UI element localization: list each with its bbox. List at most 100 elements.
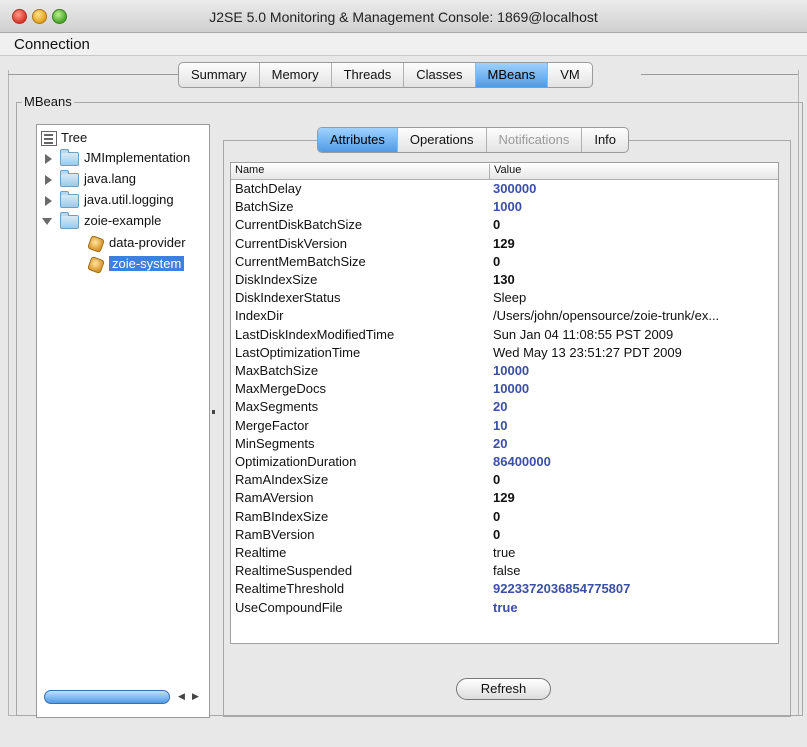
attribute-value[interactable]: 10 — [493, 417, 507, 435]
tree-node-data-provider[interactable]: data-provider — [87, 234, 186, 253]
table-row[interactable]: DiskIndexerStatus Sleep — [231, 289, 778, 307]
table-row[interactable]: OptimizationDuration 86400000 — [231, 453, 778, 471]
attribute-name: RamBIndexSize — [235, 508, 329, 524]
attribute-name: BatchSize — [235, 199, 294, 215]
table-row[interactable]: CurrentDiskVersion 129 — [231, 235, 778, 253]
attribute-value[interactable]: true — [493, 599, 518, 617]
attributes-table[interactable]: Name Value BatchDelay 300000 BatchSize 1000… — [230, 162, 779, 644]
tree-root[interactable]: Tree — [41, 129, 87, 147]
attribute-value[interactable]: 20 — [493, 435, 507, 453]
folder-icon — [60, 190, 79, 208]
tab-mbeans[interactable]: MBeans — [475, 63, 549, 87]
attribute-value[interactable]: 9223372036854775807 — [493, 580, 630, 598]
attribute-value[interactable]: 10000 — [493, 362, 529, 380]
table-row[interactable]: MergeFactor 10 — [231, 417, 778, 435]
attribute-value: Sun Jan 04 11:08:55 PST 2009 — [493, 326, 674, 342]
tab-classes[interactable]: Classes — [404, 63, 476, 87]
folder-icon — [60, 169, 79, 187]
attribute-value: Wed May 13 23:51:27 PDT 2009 — [493, 344, 682, 360]
tab-summary[interactable]: Summary — [179, 63, 260, 87]
attribute-name: IndexDir — [235, 308, 284, 324]
table-row[interactable]: BatchDelay 300000 — [231, 180, 778, 198]
tree-root-label: Tree — [61, 130, 88, 145]
folder-icon — [60, 148, 79, 166]
main-tabbar: Summary Memory Threads Classes MBeans VM — [178, 62, 593, 88]
tree-node-java-util-logging[interactable]: java.util.logging — [45, 190, 174, 209]
table-row[interactable]: LastOptimizationTime Wed May 13 23:51:27 … — [231, 344, 778, 362]
attribute-value: false — [493, 563, 521, 579]
table-row[interactable]: MinSegments 20 — [231, 435, 778, 453]
tab-attributes[interactable]: Attributes — [318, 128, 398, 152]
table-row[interactable]: LastDiskIndexModifiedTime Sun Jan 04 11:0… — [231, 326, 778, 344]
scroll-left-icon[interactable]: ◀ — [178, 691, 185, 702]
scroll-right-icon[interactable]: ▶ — [192, 691, 199, 702]
table-row[interactable]: CurrentMemBatchSize 0 — [231, 253, 778, 271]
column-header-name[interactable]: Name — [235, 164, 264, 176]
attribute-value[interactable]: 300000 — [493, 180, 536, 198]
refresh-button[interactable]: Refresh — [456, 678, 551, 700]
attribute-name: BatchDelay — [235, 181, 302, 196]
table-row[interactable]: RamAVersion 129 — [231, 489, 778, 507]
expand-arrow-icon[interactable] — [45, 195, 52, 206]
tree-node-label: java.util.logging — [84, 192, 174, 207]
menu-connection[interactable]: Connection — [14, 36, 90, 53]
table-row[interactable]: RealtimeThreshold 9223372036854775807 — [231, 580, 778, 598]
expand-arrow-icon[interactable] — [45, 153, 52, 164]
table-row[interactable]: RamBIndexSize 0 — [231, 508, 778, 526]
tree-node-java-lang[interactable]: java.lang — [45, 169, 136, 188]
attribute-name: MaxSegments — [235, 399, 319, 415]
attribute-value[interactable]: 20 — [493, 398, 507, 416]
attribute-name: Realtime — [235, 545, 287, 560]
attribute-name: LastDiskIndexModifiedTime — [235, 326, 395, 342]
mbean-tree[interactable]: Tree JMImplementation java.lang java.uti… — [36, 124, 210, 718]
table-row[interactable]: MaxMergeDocs 10000 — [231, 380, 778, 398]
tree-node-jmimplementation[interactable]: JMImplementation — [45, 148, 190, 167]
table-row[interactable]: RamAIndexSize 0 — [231, 471, 778, 489]
tree-node-zoie-example[interactable]: zoie-example — [42, 211, 161, 230]
attribute-value: Sleep — [493, 290, 527, 306]
tree-node-label-selected: zoie-system — [109, 256, 185, 271]
attribute-value: 130 — [493, 272, 515, 287]
collapse-arrow-icon[interactable] — [42, 218, 52, 226]
table-row[interactable]: UseCompoundFile true — [231, 599, 778, 617]
split-pane-divider[interactable] — [212, 410, 215, 414]
tab-threads[interactable]: Threads — [332, 63, 405, 87]
attribute-name: MaxMergeDocs — [235, 381, 327, 397]
tab-operations[interactable]: Operations — [398, 128, 487, 152]
attribute-name: DiskIndexSize — [235, 272, 318, 287]
attribute-value[interactable]: 1000 — [493, 198, 522, 216]
table-row[interactable]: BatchSize 1000 — [231, 198, 778, 216]
attribute-value[interactable]: 86400000 — [493, 453, 551, 471]
expand-arrow-icon[interactable] — [45, 174, 52, 185]
attribute-name: OptimizationDuration — [235, 454, 357, 469]
tab-divider-right — [641, 74, 798, 75]
tab-vm[interactable]: VM — [548, 63, 592, 87]
table-row[interactable]: RamBVersion 0 — [231, 526, 778, 544]
column-header-value[interactable]: Value — [489, 164, 521, 180]
mbeans-group-label: MBeans — [22, 94, 74, 109]
table-row[interactable]: IndexDir/Users/john/opensource/zoie-trun… — [231, 307, 778, 325]
tab-info[interactable]: Info — [582, 128, 628, 152]
attribute-name: CurrentMemBatchSize — [235, 253, 366, 269]
attribute-value: true — [493, 545, 516, 560]
attribute-value: 129 — [493, 490, 515, 506]
table-row[interactable]: DiskIndexSize 130 — [231, 271, 778, 289]
attribute-value[interactable]: 10000 — [493, 380, 529, 398]
table-row[interactable]: RealtimeSuspended false — [231, 562, 778, 580]
tree-horizontal-scrollbar[interactable]: ◀ ▶ — [44, 689, 204, 705]
table-row[interactable]: CurrentDiskBatchSize 0 — [231, 216, 778, 234]
attribute-name: MergeFactor — [235, 417, 309, 433]
attribute-value: 0 — [493, 217, 501, 233]
attribute-name: DiskIndexerStatus — [235, 290, 341, 306]
attribute-value: 0 — [493, 472, 501, 488]
tab-divider-left — [8, 74, 178, 75]
table-row[interactable]: Realtime true — [231, 544, 778, 562]
attribute-value: 129 — [493, 235, 515, 251]
attribute-name: CurrentDiskVersion — [235, 235, 347, 251]
scrollbar-thumb[interactable] — [44, 690, 170, 704]
table-row[interactable]: MaxSegments 20 — [231, 398, 778, 416]
tree-node-zoie-system[interactable]: zoie-system — [87, 255, 185, 274]
tab-memory[interactable]: Memory — [260, 63, 332, 87]
table-row[interactable]: MaxBatchSize 10000 — [231, 362, 778, 380]
attribute-name: RamBVersion — [235, 526, 315, 542]
